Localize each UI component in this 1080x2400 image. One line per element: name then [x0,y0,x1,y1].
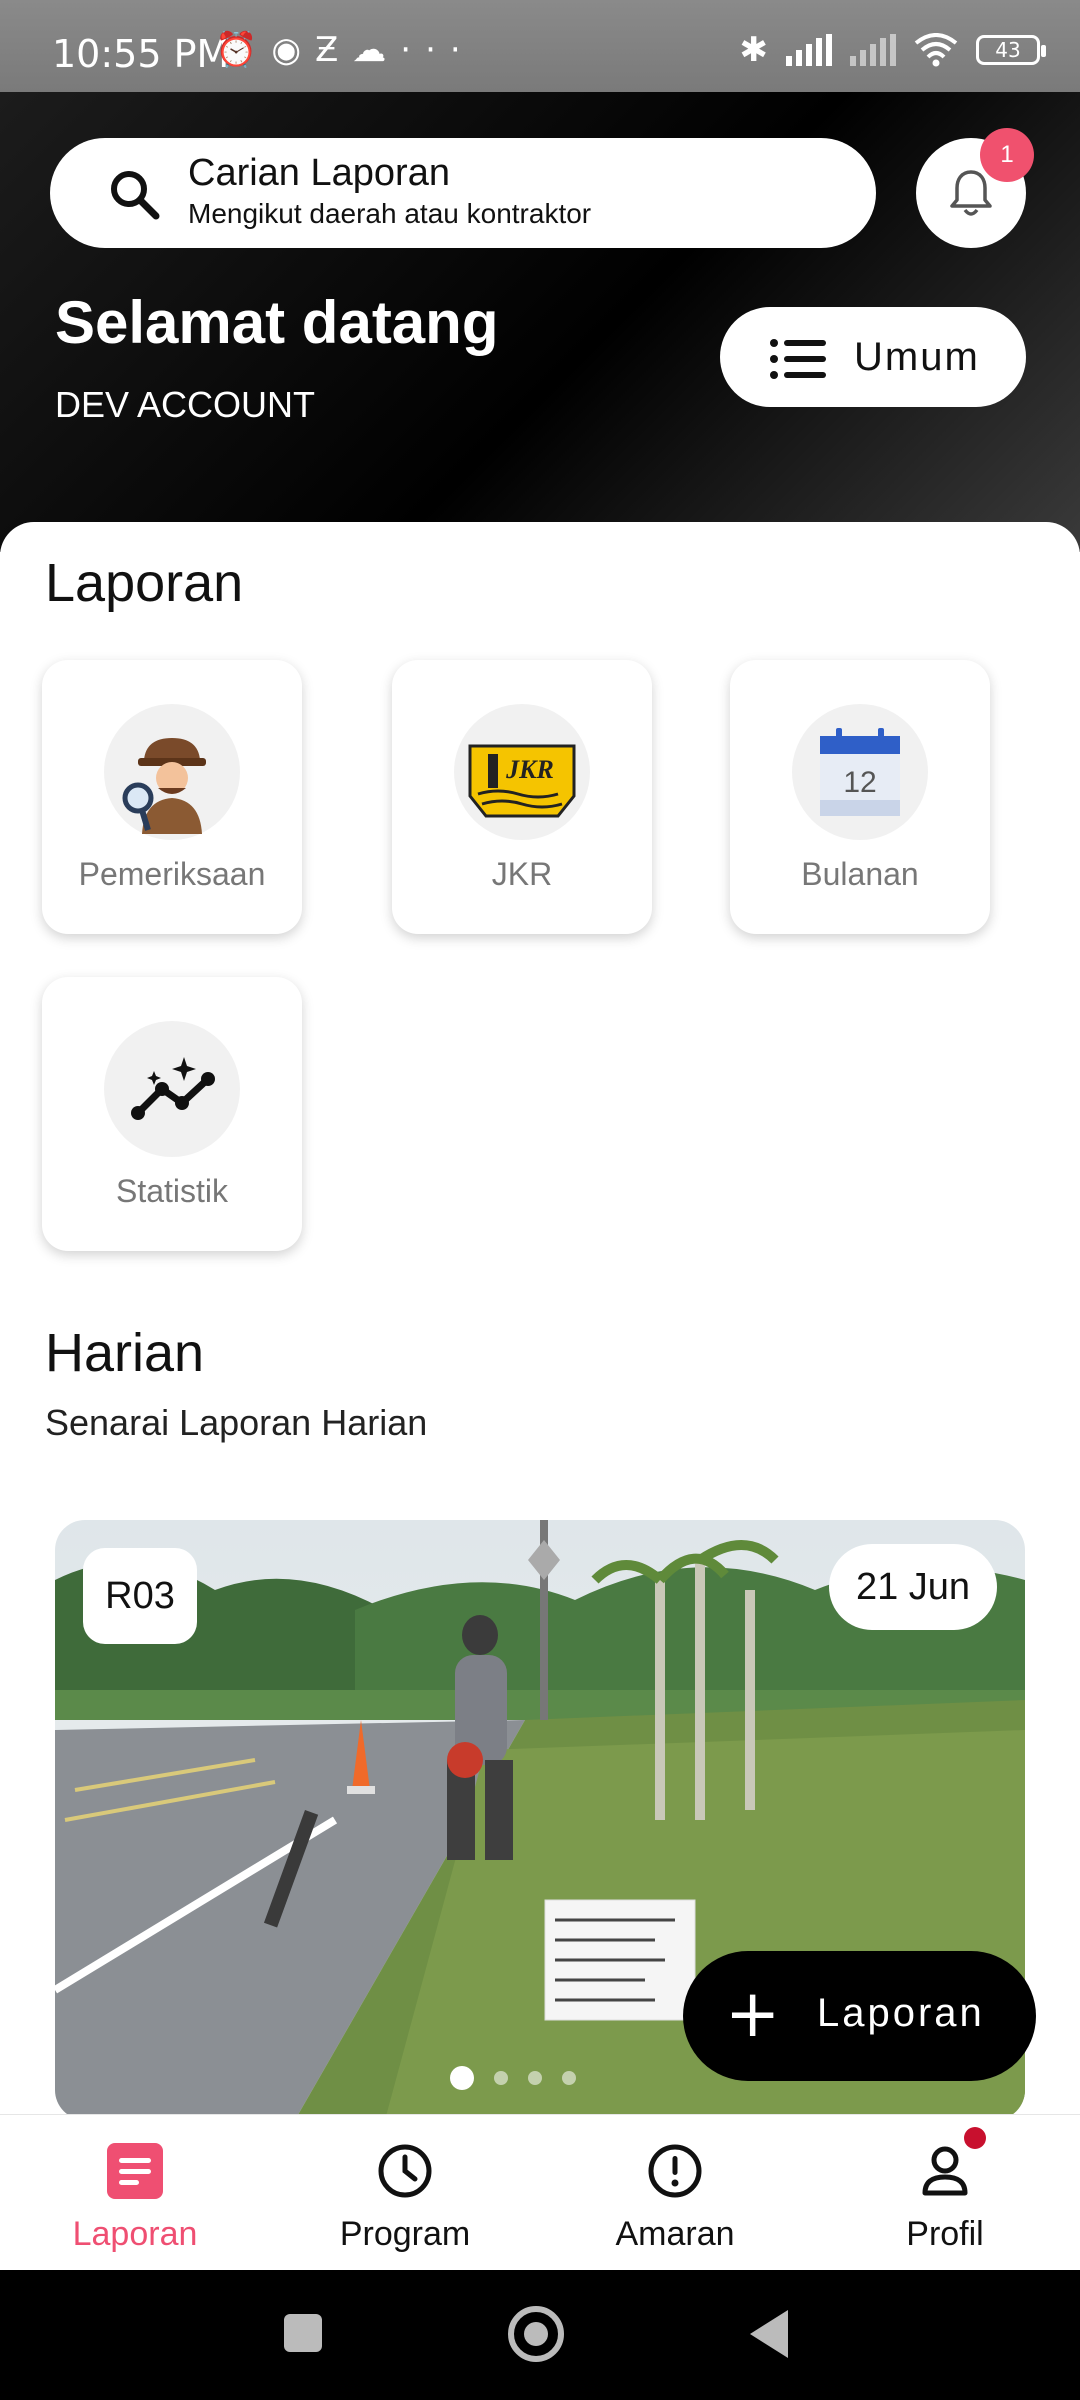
alert-icon [648,2144,702,2198]
tile-label: Pemeriksaan [78,856,266,892]
tile-label: Statistik [115,1173,229,1209]
bell-icon [950,170,992,216]
account-name: DEV ACCOUNT [55,384,316,425]
carousel-dot[interactable] [528,2071,542,2085]
calendar-day: 12 [843,766,876,799]
tile-icon-bg [104,1021,240,1157]
system-nav-bar [0,2270,1080,2400]
status-time: 10:55 PM [52,32,230,76]
jkr-logo: JKR [468,744,576,818]
profile-notification-dot [964,2127,986,2149]
nav-item-amaran[interactable]: Amaran [540,2115,810,2271]
add-report-label: Laporan [817,1991,985,2035]
tile-statistik[interactable]: Statistik [42,977,302,1251]
search-subtitle: Mengikut daerah atau kontraktor [188,198,592,229]
category-label: Umum [854,335,980,379]
status-bar: 10:55 PM ⏰◉Ƶ☁··· ✱ 43 [0,0,1080,92]
carousel-dot[interactable] [562,2071,576,2085]
signal-icon-secondary [850,34,896,66]
nav-label: Laporan [72,2215,198,2253]
plus-icon: + [725,1975,781,2052]
carousel-dot-active[interactable] [450,2066,474,2090]
recent-apps-button[interactable] [284,2314,322,2352]
tile-bulanan[interactable]: 12 Bulanan [730,660,990,934]
notification-icons: ⏰◉Ƶ☁··· [215,30,475,70]
bluetooth-icon: ✱ [739,30,769,70]
notification-badge: 1 [980,128,1034,182]
date-badge: 21 Jun [829,1544,997,1630]
nav-label: Amaran [615,2215,735,2253]
nav-label: Program [339,2215,471,2253]
battery-icon: 43 [976,35,1046,65]
wifi-icon [914,33,958,67]
carousel-indicator [450,2066,576,2090]
carousel-dot[interactable] [494,2071,508,2085]
tile-jkr[interactable]: JKR JKR [392,660,652,934]
harian-subtitle: Senarai Laporan Harian [45,1402,428,1443]
nav-label: Profil [906,2215,984,2253]
signal-icon [786,34,832,66]
system-indicators: ✱ 43 [739,30,1046,70]
calendar-icon: 12 [820,728,900,816]
tile-icon-bg: JKR [454,704,590,840]
back-button[interactable] [750,2310,788,2358]
list-icon [770,339,826,379]
nav-item-profil[interactable]: Profil [810,2115,1080,2271]
header: Carian Laporan Mengikut daerah atau kont… [0,92,1080,552]
category-button[interactable]: Umum [720,307,1026,407]
bottom-nav: Laporan Program Amaran Profil [0,2114,1080,2270]
search-icon [111,171,160,220]
report-icon [107,2143,163,2199]
add-report-button[interactable]: + Laporan [683,1951,1036,2081]
detective-icon [122,738,206,834]
stats-icon [131,1057,215,1120]
harian-section-title: Harian [45,1323,205,1383]
route-badge: R03 [83,1548,197,1644]
search-bar[interactable]: Carian Laporan Mengikut daerah atau kont… [50,138,876,248]
search-title: Carian Laporan [188,152,450,194]
laporan-section-title: Laporan [45,553,244,613]
tile-icon-bg [104,704,240,840]
jkr-logo-text: JKR [505,755,554,784]
tile-label: Bulanan [801,856,919,892]
tile-label: JKR [491,856,553,892]
person-icon [922,2146,968,2196]
nav-item-program[interactable]: Program [270,2115,540,2271]
welcome-title: Selamat datang [55,289,499,356]
nav-item-laporan[interactable]: Laporan [0,2115,270,2271]
clock-icon [378,2144,432,2198]
home-button[interactable] [508,2306,564,2362]
tile-pemeriksaan[interactable]: Pemeriksaan [42,660,302,934]
tile-icon-bg: 12 [792,704,928,840]
